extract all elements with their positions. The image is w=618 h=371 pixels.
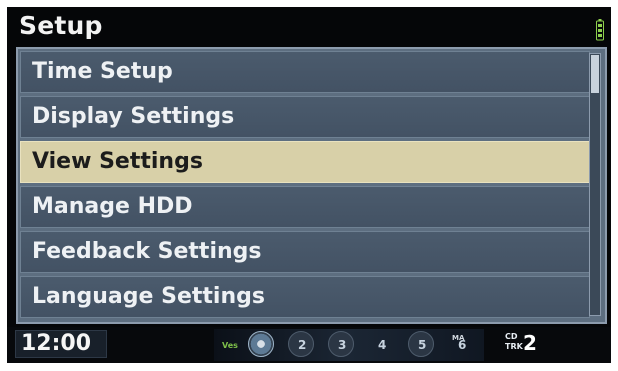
menu-item-feedback-settings[interactable]: Feedback Settings (20, 231, 590, 273)
scrollbar-thumb[interactable] (591, 55, 599, 93)
disc-number: 2 (298, 338, 307, 352)
menu-item-display-settings[interactable]: Display Settings (20, 96, 590, 138)
track-number: 2 (523, 331, 537, 355)
disc-number: 4 (378, 338, 387, 352)
menu-item-language-settings[interactable]: Language Settings (20, 276, 590, 318)
cd-track-indicator: CD TRK 2 (505, 331, 557, 356)
menu-scrollbar[interactable] (589, 53, 601, 316)
setup-screen: Setup Time Setup Display Settings View S… (7, 7, 611, 363)
menu-item-label: Time Setup (32, 59, 173, 84)
menu-item-label: View Settings (32, 149, 203, 174)
track-label: TRK (505, 342, 523, 351)
menu-item-time-setup[interactable]: Time Setup (20, 51, 590, 93)
disc-number: 6 (458, 338, 467, 352)
clock: 12:00 (15, 330, 107, 358)
cd-label: CD (505, 332, 518, 341)
clock-time: 12:00 (21, 331, 92, 356)
disc-changer: Ves 2 3 4 5 MA 6 (214, 329, 484, 361)
menu-item-label: Display Settings (32, 104, 235, 129)
disc-number: 3 (338, 338, 347, 352)
menu-item-label: Manage HDD (32, 194, 193, 219)
disc-slot-active[interactable] (248, 331, 274, 357)
bottom-status-bar: 12:00 Ves 2 3 4 5 MA 6 CD TRK 2 (7, 327, 611, 363)
menu-item-label: Language Settings (32, 284, 265, 309)
disc-number: 5 (418, 338, 427, 352)
battery-icon (596, 19, 604, 41)
page-title: Setup (19, 11, 103, 40)
menu-item-view-settings[interactable]: View Settings (20, 141, 590, 183)
title-bar: Setup (7, 7, 611, 47)
ves-label: Ves (222, 341, 238, 350)
menu-list: Time Setup Display Settings View Setting… (20, 51, 590, 321)
menu-item-manage-hdd[interactable]: Manage HDD (20, 186, 590, 228)
settings-menu: Time Setup Display Settings View Setting… (16, 47, 607, 324)
menu-item-label: Feedback Settings (32, 239, 262, 264)
